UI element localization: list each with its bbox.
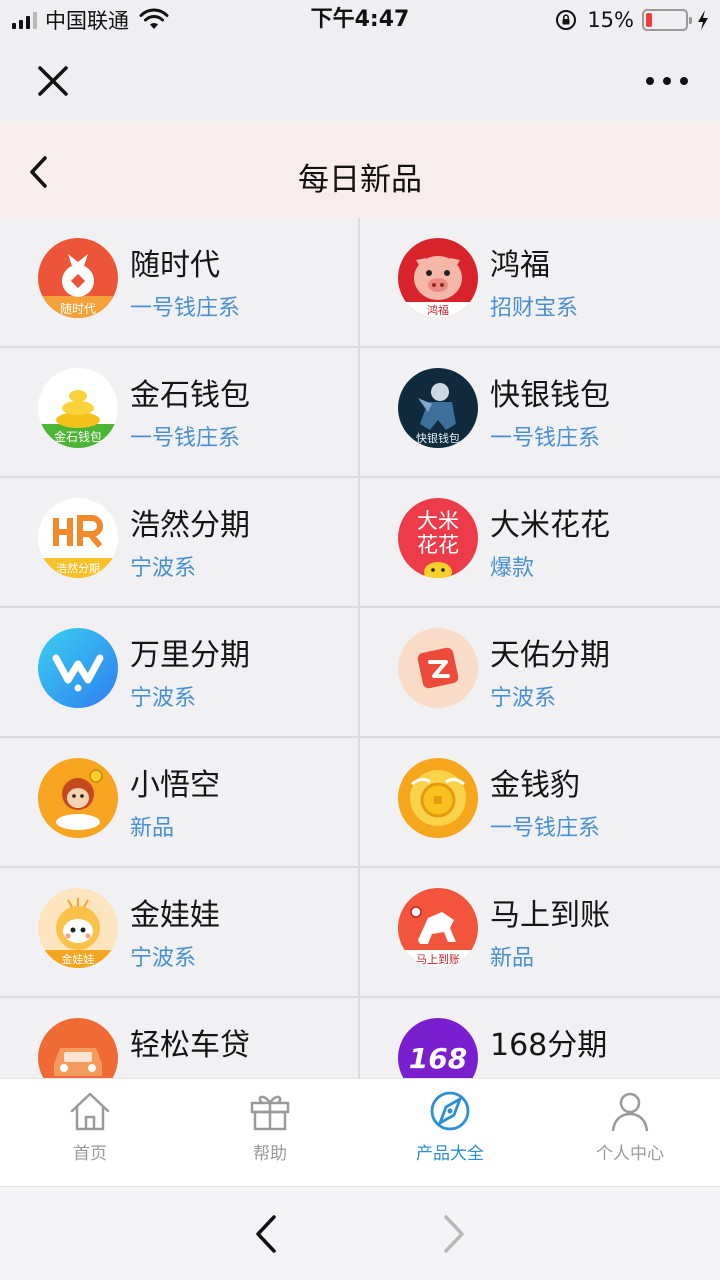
logo-text: 大米 (417, 509, 459, 533)
product-logo: 鸿福 (398, 238, 478, 318)
logo-text: 花花 (417, 533, 459, 557)
tab-home[interactable]: 首页 (0, 1079, 180, 1186)
charging-bolt-icon (698, 10, 708, 30)
product-logo (38, 1018, 118, 1078)
logo-text: 浩然分期 (56, 561, 100, 575)
product-tag: 一号钱庄系 (130, 426, 241, 451)
tab-label: 帮助 (253, 1144, 287, 1164)
logo-text: 马上到账 (416, 953, 460, 966)
product-logo: 浩然分期 (38, 498, 118, 578)
product-item[interactable]: 鸿福 鸿福 招财宝系 (360, 218, 720, 348)
product-tag: 招财宝系 (490, 296, 579, 321)
product-name: 快银钱包 (490, 378, 610, 413)
product-tag: 宁波系 (490, 686, 557, 711)
product-logo: 金娃娃 (38, 888, 118, 968)
product-grid: 随时代 随时代 一号钱庄系 鸿福 鸿福 招财宝系 金石钱包 金石钱包 一号钱庄系… (0, 218, 720, 1078)
product-tag: 宁波系 (130, 946, 197, 971)
browser-back-icon[interactable] (246, 1211, 286, 1257)
product-logo: 大米 花花 (398, 498, 478, 578)
product-tag: 新品 (490, 946, 535, 971)
product-item[interactable]: 随时代 随时代 一号钱庄系 (0, 218, 360, 348)
product-tag: 宁波系 (130, 556, 197, 581)
product-logo (398, 628, 478, 708)
dot-icon (663, 77, 671, 85)
logo-text: 金石钱包 (54, 429, 102, 444)
product-logo: 快银钱包 (398, 368, 478, 448)
logo-text: 鸿福 (427, 303, 449, 317)
nav-bar (0, 40, 720, 122)
tab-help[interactable]: 帮助 (180, 1079, 360, 1186)
logo-text: 随时代 (60, 301, 96, 316)
tab-bar: 首页 帮助 产品大全 个人中心 (0, 1078, 720, 1186)
gift-icon (250, 1095, 290, 1131)
product-tag: 宁波系 (130, 686, 197, 711)
product-item[interactable]: 天佑分期 宁波系 (360, 608, 720, 738)
product-name: 万里分期 (130, 638, 250, 673)
battery-icon (642, 9, 692, 31)
product-item[interactable]: 马上到账 马上到账 新品 (360, 868, 720, 998)
product-item[interactable]: 金石钱包 金石钱包 一号钱庄系 (0, 348, 360, 478)
product-name: 马上到账 (490, 898, 610, 933)
product-name: 金娃娃 (130, 898, 220, 933)
product-logo (38, 628, 118, 708)
tab-products[interactable]: 产品大全 (360, 1079, 540, 1186)
tab-label: 首页 (73, 1144, 107, 1164)
back-arrow-icon[interactable] (20, 152, 60, 192)
product-name: 金钱豹 (490, 768, 580, 803)
product-name: 浩然分期 (130, 508, 250, 543)
battery-level (646, 13, 652, 27)
product-logo: 168 (398, 1018, 478, 1078)
rotation-lock-icon (556, 10, 577, 30)
product-name: 轻松车贷 (130, 1028, 250, 1063)
product-logo: 金石钱包 (38, 368, 118, 448)
status-bar: 中国联通 下午4:47 15% (0, 0, 720, 40)
product-name: 小悟空 (130, 768, 220, 803)
product-item[interactable]: 金钱豹 一号钱庄系 (360, 738, 720, 868)
product-tag: 一号钱庄系 (490, 816, 601, 841)
product-item[interactable]: 万里分期 宁波系 (0, 608, 360, 738)
product-name: 金石钱包 (130, 378, 250, 413)
product-name: 168分期 (490, 1028, 608, 1063)
tab-profile[interactable]: 个人中心 (540, 1079, 720, 1186)
more-options-button[interactable] (642, 60, 692, 102)
product-tag: 一号钱庄系 (130, 296, 241, 321)
product-name: 天佑分期 (490, 638, 610, 673)
status-right: 15% (555, 6, 710, 34)
battery-percent: 15% (587, 8, 634, 32)
product-item[interactable]: 金娃娃 金娃娃 宁波系 (0, 868, 360, 998)
product-logo: 马上到账 (398, 888, 478, 968)
logo-text: 168 (409, 1042, 467, 1075)
product-tag: 爆款 (490, 556, 535, 581)
product-item[interactable]: 轻松车贷 (0, 998, 360, 1078)
product-tag: 新品 (130, 816, 175, 841)
page-header: 每日新品 (0, 122, 720, 218)
dot-icon (680, 77, 688, 85)
dot-icon (646, 77, 654, 85)
product-name: 大米花花 (490, 508, 610, 543)
home-icon (70, 1092, 110, 1131)
product-name: 随时代 (130, 248, 220, 283)
tab-label: 个人中心 (596, 1144, 664, 1164)
product-logo: 随时代 (38, 238, 118, 318)
browser-toolbar (0, 1186, 720, 1280)
logo-text: 快银钱包 (416, 431, 460, 445)
user-icon (611, 1092, 649, 1132)
tab-label: 产品大全 (416, 1144, 484, 1164)
product-item[interactable]: 快银钱包 快银钱包 一号钱庄系 (360, 348, 720, 478)
product-item[interactable]: 大米 花花 大米花花 爆款 (360, 478, 720, 608)
browser-forward-icon[interactable] (434, 1211, 474, 1257)
compass-icon (430, 1091, 470, 1131)
logo-text: 金娃娃 (62, 952, 95, 966)
product-item[interactable]: 168 168分期 (360, 998, 720, 1078)
product-name: 鸿福 (490, 248, 550, 283)
product-logo (38, 758, 118, 838)
close-icon[interactable] (28, 56, 78, 106)
product-logo (398, 758, 478, 838)
product-item[interactable]: 浩然分期 浩然分期 宁波系 (0, 478, 360, 608)
product-tag: 一号钱庄系 (490, 426, 601, 451)
product-item[interactable]: 小悟空 新品 (0, 738, 360, 868)
